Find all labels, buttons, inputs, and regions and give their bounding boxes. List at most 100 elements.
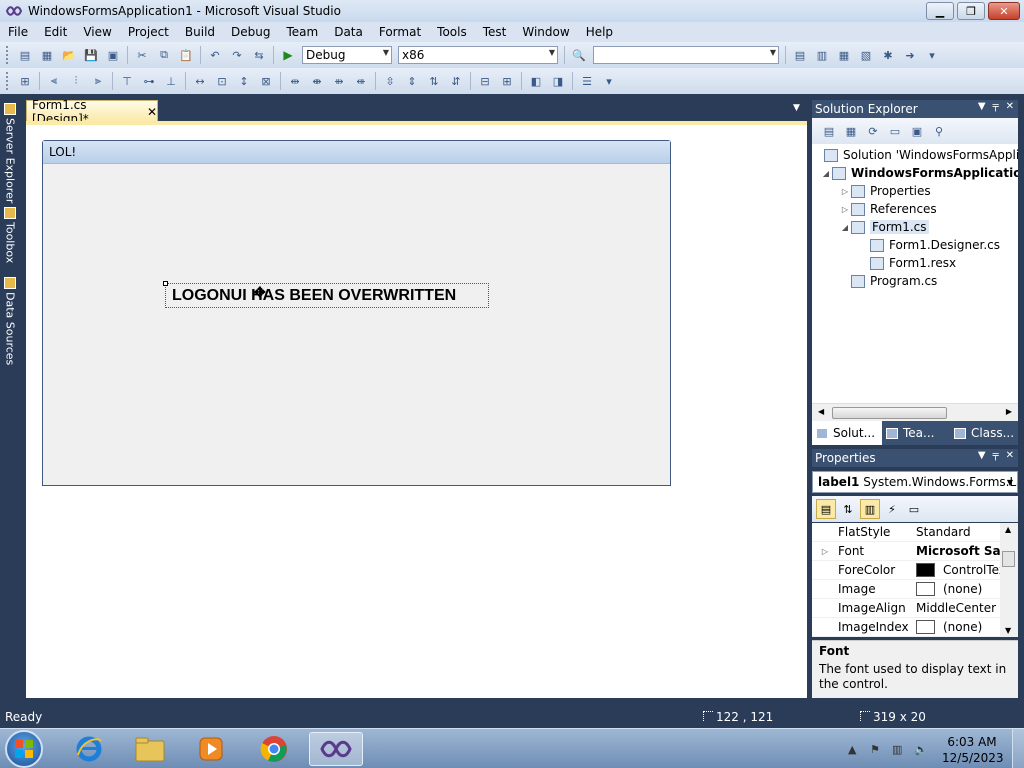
tab-toolbox[interactable]: Toolbox	[1, 207, 19, 263]
menu-edit[interactable]: Edit	[36, 25, 75, 39]
tree-item-form1-resx[interactable]: Form1.resx	[870, 254, 956, 272]
align-to-grid-icon[interactable]: ⊞	[17, 73, 33, 89]
menu-build[interactable]: Build	[177, 25, 223, 39]
menu-test[interactable]: Test	[475, 25, 515, 39]
toolbar-options-icon[interactable]: ▾	[601, 73, 617, 89]
taskbar-internet-explorer[interactable]	[62, 732, 116, 766]
new-project-icon[interactable]: ▤	[17, 47, 33, 63]
find-in-files-icon[interactable]: 🔍	[571, 47, 587, 63]
refresh-icon[interactable]: ⟳	[865, 123, 881, 139]
align-centers-icon[interactable]: ⫶	[68, 73, 84, 89]
menu-view[interactable]: View	[75, 25, 119, 39]
categorized-icon[interactable]: ▤	[816, 499, 836, 519]
scroll-down-icon[interactable]: ▼	[1005, 626, 1011, 635]
align-bottoms-icon[interactable]: ⊥	[163, 73, 179, 89]
horizontal-spacing-increase-icon[interactable]: ⇼	[309, 73, 325, 89]
document-list-dropdown-icon[interactable]: ▼	[793, 103, 800, 113]
configuration-combo[interactable]: Debug ▼	[302, 46, 392, 64]
copy-icon[interactable]: ⧉	[156, 47, 172, 63]
property-value[interactable]: Microsoft Sans	[916, 544, 1006, 558]
minimize-button[interactable]: ▁	[926, 2, 954, 20]
property-row-font[interactable]: ▷ Font Microsoft Sans	[812, 542, 1006, 561]
show-hidden-icons-icon[interactable]: ▲	[848, 743, 856, 756]
toolbar-grip[interactable]	[6, 46, 10, 64]
start-button[interactable]	[5, 730, 43, 768]
tree-item-project[interactable]: ◢ WindowsFormsApplication1	[820, 164, 1018, 182]
tree-expander[interactable]: ▷	[839, 205, 851, 214]
taskbar-file-explorer[interactable]	[123, 732, 177, 766]
bring-to-front-icon[interactable]: ◧	[528, 73, 544, 89]
property-row-flatstyle[interactable]: FlatStyle Standard	[812, 523, 1006, 542]
make-same-width-icon[interactable]: ↔	[192, 73, 208, 89]
toolbar-grip[interactable]	[6, 72, 10, 90]
scroll-thumb[interactable]	[1002, 551, 1015, 567]
horizontal-spacing-equal-icon[interactable]: ⇹	[287, 73, 303, 89]
close-button[interactable]: ✕	[988, 2, 1020, 20]
cut-icon[interactable]: ✂	[134, 47, 150, 63]
property-value[interactable]: Standard	[916, 525, 1006, 539]
scroll-thumb[interactable]	[832, 407, 947, 419]
tree-item-program[interactable]: Program.cs	[851, 272, 937, 290]
menu-tools[interactable]: Tools	[429, 25, 475, 39]
property-value[interactable]: ControlTex	[916, 563, 1006, 577]
solution-explorer-hscrollbar[interactable]: ◀ ▶	[812, 403, 1018, 421]
tab-team-explorer[interactable]: Tea...	[882, 421, 950, 445]
window-position-icon[interactable]: ▼	[978, 101, 986, 112]
menu-format[interactable]: Format	[371, 25, 429, 39]
toolbar-options-icon[interactable]: ▾	[924, 47, 940, 63]
vertical-spacing-remove-icon[interactable]: ⇵	[448, 73, 464, 89]
clock[interactable]: 6:03 AM 12/5/2023	[942, 734, 1004, 766]
save-all-icon[interactable]: ▣	[105, 47, 121, 63]
platform-combo[interactable]: x86 ▼	[398, 46, 558, 64]
view-code-icon[interactable]: ▭	[887, 123, 903, 139]
property-row-forecolor[interactable]: ForeColor ControlTex	[812, 561, 1006, 580]
scroll-right-icon[interactable]: ▶	[1006, 407, 1012, 416]
toolbox-icon[interactable]: ▧	[858, 47, 874, 63]
tree-item-properties[interactable]: ▷ Properties	[839, 182, 931, 200]
menu-team[interactable]: Team	[278, 25, 326, 39]
show-desktop-button[interactable]	[1012, 729, 1024, 768]
scroll-up-icon[interactable]: ▲	[1005, 525, 1011, 534]
network-icon[interactable]: ▥	[892, 743, 902, 756]
undo-icon[interactable]: ↶	[207, 47, 223, 63]
action-center-icon[interactable]: ⚑	[870, 743, 880, 756]
tree-item-references[interactable]: ▷ References	[839, 200, 937, 218]
events-icon[interactable]: ⚡	[882, 499, 902, 519]
property-row-image[interactable]: Image (none)	[812, 580, 1006, 599]
tree-item-solution[interactable]: Solution 'WindowsFormsApplica	[812, 146, 1018, 164]
taskbar-chrome[interactable]	[247, 732, 301, 766]
align-tops-icon[interactable]: ⊤	[119, 73, 135, 89]
vertical-spacing-increase-icon[interactable]: ⇕	[404, 73, 420, 89]
property-value[interactable]: (none)	[916, 582, 1006, 596]
tab-solution-explorer[interactable]: Solut...	[812, 421, 882, 445]
view-class-diagram-icon[interactable]: ⚲	[931, 123, 947, 139]
alphabetical-icon[interactable]: ⇅	[838, 499, 858, 519]
navigate-icon[interactable]: ⇆	[251, 47, 267, 63]
tab-server-explorer[interactable]: Server Explorer	[1, 103, 19, 203]
find-combo[interactable]: ▼	[593, 46, 779, 64]
vertical-spacing-decrease-icon[interactable]: ⇅	[426, 73, 442, 89]
center-vertically-icon[interactable]: ⊞	[499, 73, 515, 89]
start-debugging-icon[interactable]: ▶	[280, 47, 296, 63]
property-expander[interactable]: ▷	[812, 547, 838, 556]
send-to-back-icon[interactable]: ◨	[550, 73, 566, 89]
extension-manager-icon[interactable]: ✱	[880, 47, 896, 63]
align-lefts-icon[interactable]: ⫷	[46, 73, 62, 89]
vertical-spacing-equal-icon[interactable]: ⇳	[382, 73, 398, 89]
menu-project[interactable]: Project	[120, 25, 177, 39]
object-browser-icon[interactable]: ▦	[836, 47, 852, 63]
horizontal-spacing-remove-icon[interactable]: ⇺	[353, 73, 369, 89]
redo-icon[interactable]: ↷	[229, 47, 245, 63]
auto-hide-pin-icon[interactable]: ╤	[993, 450, 999, 461]
make-same-height-icon[interactable]: ↕	[236, 73, 252, 89]
menu-window[interactable]: Window	[514, 25, 577, 39]
tab-class-view[interactable]: Class...	[950, 421, 1018, 445]
align-middles-icon[interactable]: ⊶	[141, 73, 157, 89]
view-designer-icon[interactable]: ▣	[909, 123, 925, 139]
volume-icon[interactable]: 🔈	[914, 743, 928, 756]
menu-data[interactable]: Data	[326, 25, 371, 39]
property-row-imageindex[interactable]: ImageIndex (none)	[812, 618, 1006, 637]
object-selector[interactable]: label1 System.Windows.Forms.Lab ▼	[812, 471, 1018, 493]
size-to-grid-icon[interactable]: ⊡	[214, 73, 230, 89]
tab-data-sources[interactable]: Data Sources	[1, 277, 19, 365]
